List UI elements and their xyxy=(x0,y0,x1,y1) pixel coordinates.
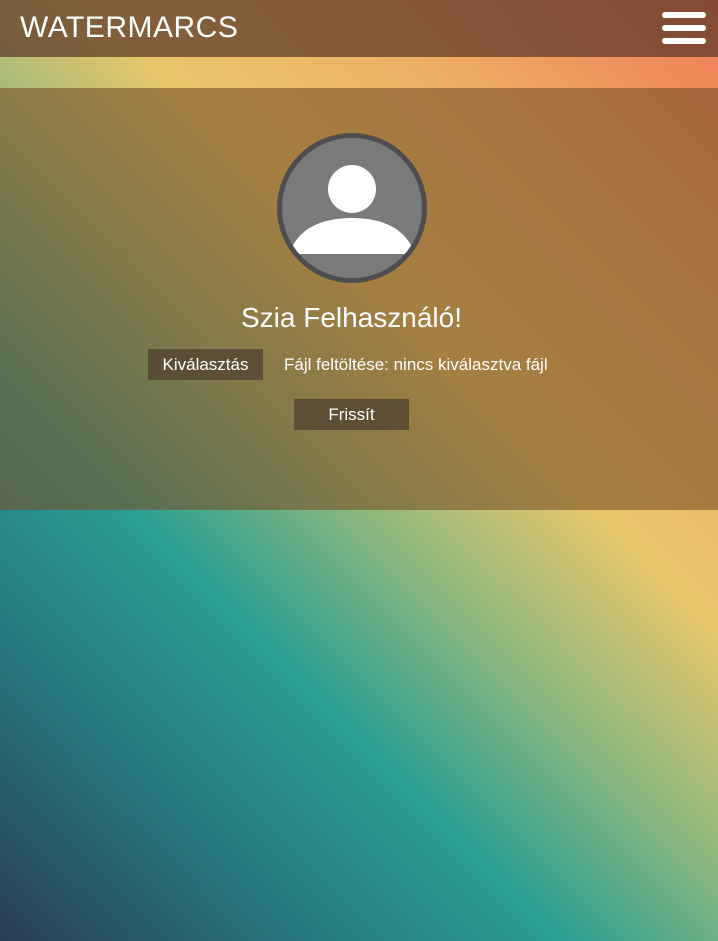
choose-file-button[interactable]: Kiválasztás xyxy=(148,349,263,380)
top-navigation-bar: WATERMARCS xyxy=(0,0,718,57)
avatar-silhouette-icon xyxy=(289,165,415,254)
file-upload-status: Fájl feltöltése: nincs kiválasztva fájl xyxy=(284,355,548,374)
menu-bar-line xyxy=(662,25,706,31)
app-brand-title[interactable]: WATERMARCS xyxy=(20,10,238,46)
refresh-button[interactable]: Frissít xyxy=(294,399,409,430)
menu-bar-line xyxy=(662,38,706,44)
profile-panel: Szia Felhasználó! Kiválasztás Fájl feltö… xyxy=(0,88,718,510)
hamburger-menu-icon[interactable] xyxy=(662,11,706,45)
greeting-text: Szia Felhasználó! xyxy=(240,302,462,333)
user-avatar-icon xyxy=(277,133,427,283)
menu-bar-line xyxy=(662,12,706,18)
